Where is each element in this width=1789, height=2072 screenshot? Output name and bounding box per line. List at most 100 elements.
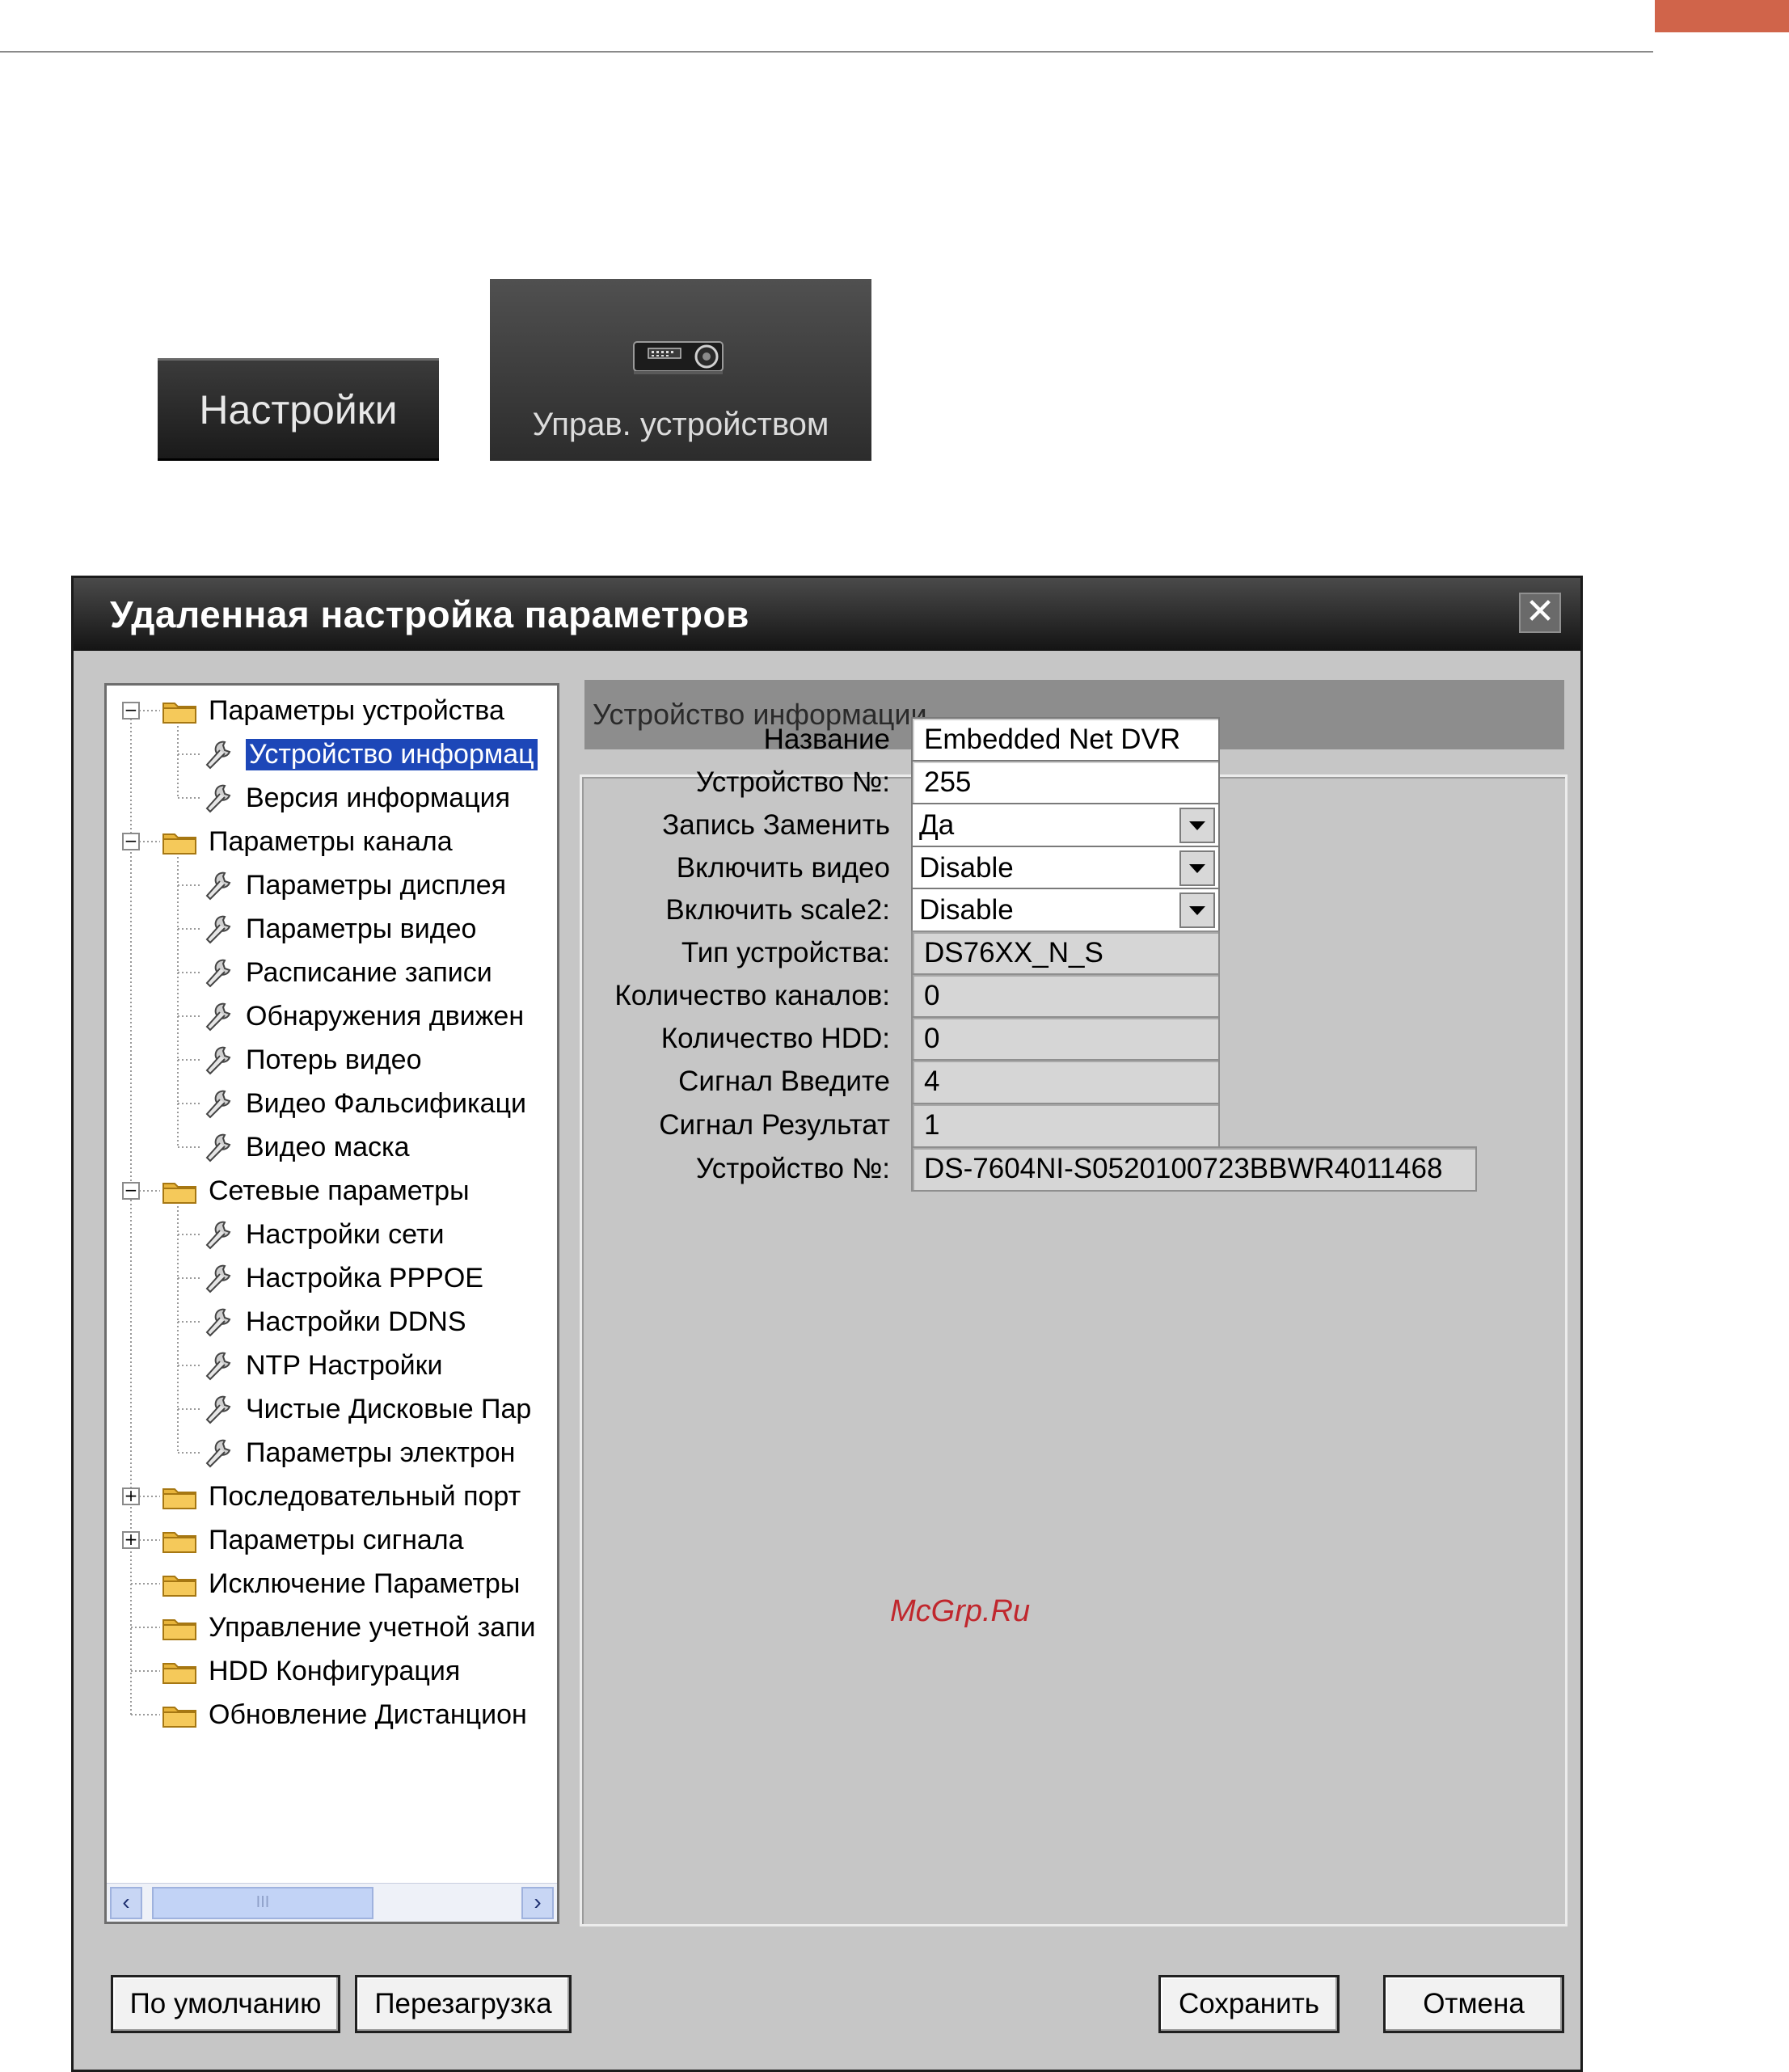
dropdown-select[interactable]: Да [911,803,1220,848]
tree-item[interactable]: Параметры электрон [202,1432,515,1474]
cancel-button-label: Отмена [1423,1988,1525,2019]
tree-item-label: Параметры электрон [246,1437,516,1468]
readonly-field: DS76XX_N_S [911,931,1220,976]
reboot-button-label: Перезагрузка [374,1988,552,2019]
folder-icon [162,1488,196,1509]
settings-button[interactable]: Настройки [158,358,439,461]
reboot-button[interactable]: Перезагрузка [355,1975,572,2033]
cancel-button[interactable]: Отмена [1383,1975,1564,2033]
tree-item[interactable]: Исключение Параметры [162,1563,520,1605]
close-icon[interactable]: ✕ [1519,593,1561,633]
tree-item[interactable]: Чистые Дисковые Пар [202,1388,531,1430]
readonly-field: 4 [911,1059,1220,1104]
tree-item-label: Параметры сигнала [209,1524,464,1555]
field-label: Устройство №: [695,1153,890,1184]
tree-item-label: Параметры устройства [209,694,504,726]
expand-icon[interactable]: + [122,1488,140,1505]
field-label: Количество каналов: [614,980,890,1011]
readonly-field: 0 [911,973,1220,1019]
default-button-label: По умолчанию [129,1988,322,2019]
tree-item-label: NTP Настройки [246,1349,443,1381]
device-management-label: Управ. устройством [532,407,829,442]
folder-icon [162,703,196,724]
field-label: Устройство №: [695,766,890,798]
field-label: Запись Заменить [662,809,890,841]
folder-icon [162,1663,196,1684]
field-value: DS-7604NI-S0520100723BBWR4011468 [924,1153,1443,1184]
collapse-icon[interactable]: − [122,702,140,720]
field-value: 1 [924,1109,940,1141]
tree-item[interactable]: HDD Конфигурация [162,1650,460,1692]
tree-item[interactable]: Настройки сети [202,1213,445,1255]
field-value: 4 [924,1066,940,1097]
field-value: Embedded Net DVR [924,724,1181,755]
scroll-thumb[interactable]: III [152,1887,373,1919]
tree-item-label: Настройки DDNS [246,1306,466,1337]
save-button-label: Сохранить [1179,1988,1319,2019]
tree-item[interactable]: Настройка PPPOE [202,1257,483,1299]
field-value: Disable [919,852,1014,884]
text-input[interactable]: Embedded Net DVR [911,717,1220,762]
remote-config-dialog: Удаленная настройка параметров ✕ Парамет… [71,576,1583,2072]
field-value: 255 [924,766,972,798]
tree-item[interactable]: Настройки DDNS [202,1301,466,1343]
chevron-down-icon[interactable] [1179,893,1215,928]
header-divider [0,51,1653,53]
tree-item[interactable]: Обновление Дистанцион [162,1694,527,1736]
field-label: Количество HDD: [660,1023,890,1054]
field-label: Включить scale2: [665,894,890,926]
field-value: 0 [924,1023,940,1054]
tree-item[interactable]: Последовательный порт [162,1475,521,1517]
field-label: Сигнал Введите [678,1066,890,1097]
field-label: Сигнал Результат [659,1109,890,1141]
chevron-down-icon[interactable] [1179,850,1215,886]
field-value: Disable [919,894,1014,926]
settings-button-label: Настройки [199,386,398,433]
dropdown-select[interactable]: Disable [911,888,1220,933]
dialog-titlebar: Удаленная настройка параметров ✕ [74,578,1580,651]
scroll-right-icon[interactable]: › [521,1887,554,1919]
save-button[interactable]: Сохранить [1158,1975,1340,2033]
dvr-device-icon [633,341,724,374]
tree-horizontal-scrollbar[interactable]: ‹ III › [107,1883,557,1922]
field-label: Тип устройства: [681,937,890,968]
readonly-field: 1 [911,1103,1220,1148]
wrench-icon [205,1264,231,1293]
dropdown-select[interactable]: Disable [911,846,1220,891]
tree-item-label: Последовательный порт [209,1480,521,1512]
wrench-icon [205,1221,231,1250]
wrench-icon [205,1395,231,1424]
device-management-button[interactable]: Управ. устройством [490,279,871,461]
tree-item-label: Управление учетной запи [209,1611,536,1643]
field-label: Включить видео [676,852,890,884]
field-value: Да [919,809,955,841]
chevron-down-icon[interactable] [1179,808,1215,843]
watermark: McGrp.Ru [890,1594,1031,1628]
field-value: DS76XX_N_S [924,937,1103,968]
tree-item-label: Настройки сети [246,1218,445,1250]
wrench-icon [205,1308,231,1337]
field-value: 0 [924,980,940,1011]
tree-item[interactable]: Управление учетной запи [162,1606,536,1648]
field-label: Название [763,724,890,755]
default-button[interactable]: По умолчанию [111,1975,340,2033]
tree-item-label: Чистые Дисковые Пар [246,1393,532,1424]
wrench-icon [205,1439,231,1468]
folder-icon [162,1576,196,1597]
readonly-field: DS-7604NI-S0520100723BBWR4011468 [911,1146,1477,1192]
tree-item[interactable]: Параметры сигнала [162,1519,464,1561]
tree-item-label: HDD Конфигурация [209,1655,461,1686]
tree-item-label: Обновление Дистанцион [209,1699,527,1730]
dialog-title: Удаленная настройка параметров [110,593,749,635]
folder-icon [162,1532,196,1553]
expand-icon[interactable]: + [122,1531,140,1549]
readonly-field: 0 [911,1016,1220,1061]
tree-item[interactable]: NTP Настройки [202,1344,443,1386]
wrench-icon [205,1352,231,1381]
tree-item-label: Настройка PPPOE [246,1262,483,1293]
text-input[interactable]: 255 [911,760,1220,805]
tree-item-label: Исключение Параметры [209,1568,521,1599]
scroll-left-icon[interactable]: ‹ [110,1887,142,1919]
folder-icon [162,1619,196,1640]
header-accent-block [1655,0,1789,32]
